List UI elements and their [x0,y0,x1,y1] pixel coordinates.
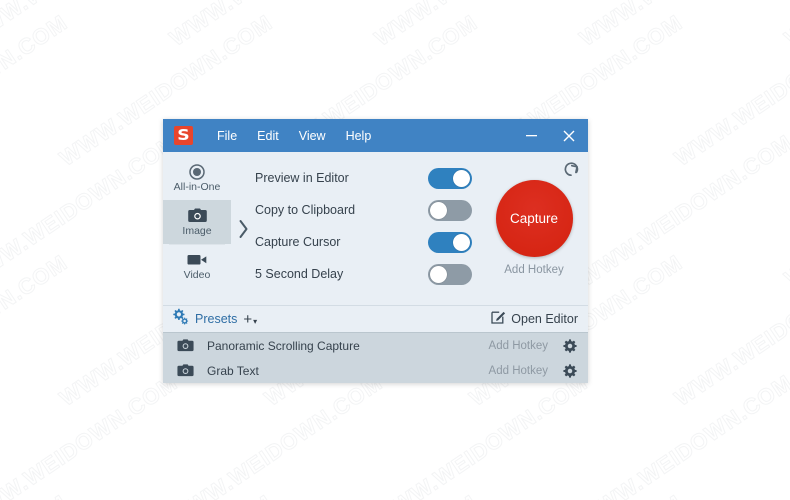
preset-name: Grab Text [207,363,259,378]
sidebar-label-image: Image [182,225,212,238]
gears-icon [172,308,189,330]
reset-settings-button[interactable] [560,158,582,180]
watermark-text: WWW.WEIDOWN.COM [574,0,790,52]
option-label-preview-in-editor: Preview in Editor [255,171,349,185]
option-label-copy-to-clipboard: Copy to Clipboard [255,203,356,217]
main-content-area: All-in-One Image Video Preview in Editor… [163,152,588,305]
watermark-text: WWW.WEIDOWN.COM [669,489,790,500]
watermark-text: WWW.WEIDOWN.COM [0,249,72,411]
preset-add-hotkey-link[interactable]: Add Hotkey [489,365,548,377]
sidebar-item-all-in-one[interactable]: All-in-One [163,156,231,200]
gear-icon [563,363,577,378]
chevron-down-icon: ▾ [253,317,258,326]
toggle-preview-in-editor[interactable] [428,167,472,189]
toggle-knob [453,169,470,187]
preset-row-panoramic-scrolling-capture[interactable]: Panoramic Scrolling Capture Add Hotkey [163,333,588,358]
sidebar-label-video: Video [183,269,211,282]
sidebar-label-all-in-one: All-in-One [173,181,221,194]
preset-settings-button[interactable] [562,363,578,378]
capture-options-list: Preview in Editor Copy to Clipboard Capt… [255,152,480,305]
close-icon [563,130,575,141]
plus-icon: + [243,310,253,328]
watermark-text: WWW.WEIDOWN.COM [164,369,387,500]
option-label-5-second-delay: 5 Second Delay [255,267,344,281]
watermark-text: WWW.WEIDOWN.COM [54,489,277,500]
toggle-5-second-delay[interactable] [428,263,472,285]
option-copy-to-clipboard: Copy to Clipboard [255,194,480,226]
preset-add-hotkey-link[interactable]: Add Hotkey [489,340,548,352]
watermark-text: WWW.WEIDOWN.COM [669,249,790,411]
watermark-text: WWW.WEIDOWN.COM [779,129,790,291]
toggle-capture-cursor[interactable] [428,231,472,253]
chevron-right-icon [239,219,247,238]
open-editor-button[interactable]: Open Editor [491,309,578,329]
menu-item-file[interactable]: File [207,125,247,147]
menu-item-edit[interactable]: Edit [247,125,289,147]
minimize-icon [525,135,537,137]
presets-list: Panoramic Scrolling Capture Add Hotkey G… [163,332,588,383]
option-capture-cursor: Capture Cursor [255,226,480,258]
watermark-text: WWW.WEIDOWN.COM [0,9,72,171]
video-camera-icon [187,251,207,268]
toggle-copy-to-clipboard[interactable] [428,199,472,221]
add-preset-button[interactable]: + ▾ [243,312,257,327]
option-5-second-delay: 5 Second Delay [255,258,480,290]
open-editor-label: Open Editor [511,312,578,326]
watermark-text: WWW.WEIDOWN.COM [369,369,592,500]
presets-toolbar: Presets + ▾ Open Editor [163,305,588,332]
toggle-knob [430,201,447,219]
snagit-capture-window: S File Edit View Help All-in-One Image V… [163,119,588,383]
watermark-text: WWW.WEIDOWN.COM [779,0,790,52]
snagit-logo-letter: S [177,126,190,144]
preset-row-grab-text[interactable]: Grab Text Add Hotkey [163,358,588,383]
watermark-text: WWW.WEIDOWN.COM [164,0,387,52]
menu-item-view[interactable]: View [289,125,336,147]
presets-toolbar-left: Presets + ▾ [172,308,257,330]
watermark-text: WWW.WEIDOWN.COM [574,369,790,500]
presets-label[interactable]: Presets [195,312,237,326]
capture-mode-sidebar: All-in-One Image Video [163,152,231,305]
title-bar: S File Edit View Help [163,119,588,152]
preset-name: Panoramic Scrolling Capture [207,338,360,353]
camera-icon [187,207,207,224]
snagit-logo-icon: S [174,126,193,145]
watermark-text: WWW.WEIDOWN.COM [0,0,182,52]
edit-square-icon [491,309,506,329]
gear-icon [563,338,577,353]
watermark-text: WWW.WEIDOWN.COM [0,129,182,291]
capture-panel: Capture Add Hotkey [480,152,588,305]
camera-icon [163,339,207,352]
watermark-text: WWW.WEIDOWN.COM [369,0,592,52]
watermark-text: WWW.WEIDOWN.COM [259,489,482,500]
menu-bar: File Edit View Help [207,125,381,147]
all-in-one-icon [189,163,205,180]
close-button[interactable] [550,119,588,152]
sidebar-item-video[interactable]: Video [163,244,231,288]
watermark-text: WWW.WEIDOWN.COM [779,369,790,500]
watermark-text: WWW.WEIDOWN.COM [669,9,790,171]
capture-button[interactable]: Capture [495,179,573,257]
watermark-text: WWW.WEIDOWN.COM [464,489,687,500]
toggle-knob [430,265,447,283]
option-preview-in-editor: Preview in Editor [255,162,480,194]
watermark-text: WWW.WEIDOWN.COM [0,369,182,500]
window-controls [512,119,588,152]
capture-add-hotkey-link[interactable]: Add Hotkey [504,264,563,276]
expand-panel-toggle[interactable] [231,152,255,305]
sidebar-item-image[interactable]: Image [163,200,231,244]
option-label-capture-cursor: Capture Cursor [255,235,341,249]
minimize-button[interactable] [512,119,550,152]
menu-item-help[interactable]: Help [336,125,382,147]
camera-icon [163,364,207,377]
refresh-undo-icon [564,162,579,177]
toggle-knob [453,233,470,251]
watermark-text: WWW.WEIDOWN.COM [0,489,72,500]
preset-settings-button[interactable] [562,338,578,353]
watermark-text: WWW.WEIDOWN.COM [574,129,790,291]
